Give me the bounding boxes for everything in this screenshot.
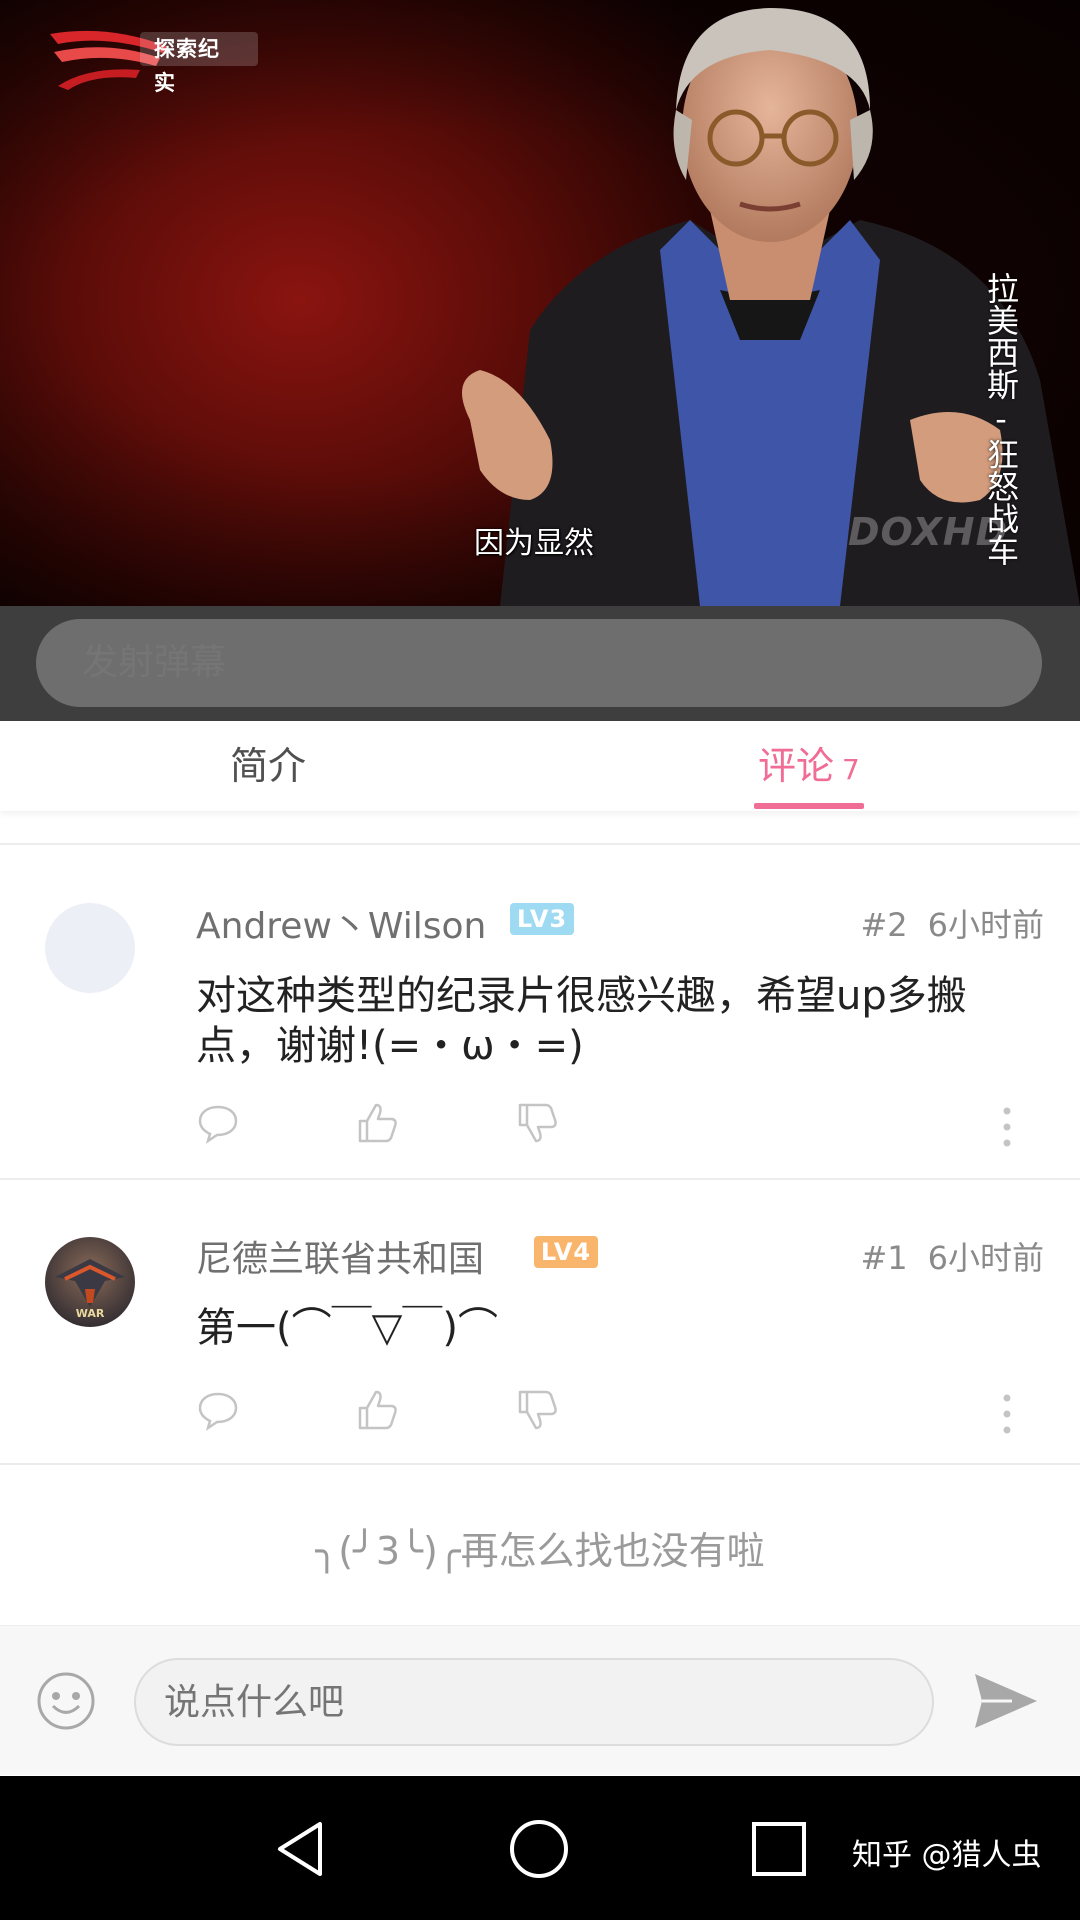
comment-item: WAR 尼德兰联省共和国 LV4 #1 6小时前 第一(⌒￣▽￣)⌒ xyxy=(0,1180,1080,1463)
comment-username[interactable]: 尼德兰联省共和国 xyxy=(196,1230,484,1282)
comment-time: 6小时前 xyxy=(927,1239,1044,1277)
comment-content: 对这种类型的纪录片很感兴趣，希望up多搬点，谢谢!(=・ω・=) xyxy=(196,973,967,1069)
comment-floor: #1 xyxy=(860,1239,908,1277)
svg-text:WAR: WAR xyxy=(76,1307,105,1320)
comment-username[interactable]: Andrew丶Wilson xyxy=(196,897,486,949)
reply-icon[interactable] xyxy=(196,1101,240,1145)
dislike-icon[interactable] xyxy=(516,1388,560,1432)
level-badge: LV3 xyxy=(510,903,574,935)
channel-logo: 探索纪实 xyxy=(48,26,258,95)
war-game-avatar-image: WAR xyxy=(45,1237,135,1327)
avatar[interactable]: WAR xyxy=(45,1237,135,1327)
avatar[interactable] xyxy=(45,903,135,993)
tab-comments-count: 7 xyxy=(842,753,860,786)
tab-bar: 简介 评论 7 xyxy=(0,721,1080,811)
comment-meta: #1 6小时前 xyxy=(860,1233,1044,1279)
more-icon[interactable] xyxy=(1000,1105,1014,1149)
system-nav-bar: 知乎 @猎人虫 xyxy=(0,1776,1080,1920)
comment-input[interactable] xyxy=(134,1658,934,1746)
tab-comments-label: 评论 xyxy=(758,744,835,788)
danmaku-bar xyxy=(0,606,1080,721)
home-icon[interactable] xyxy=(508,1818,570,1880)
tab-comments[interactable]: 评论 7 xyxy=(758,721,860,811)
comment-item: Andrew丶Wilson LV3 #2 6小时前 对这种类型的纪录片很感兴趣，希… xyxy=(0,845,1080,1178)
divider xyxy=(0,1463,1080,1465)
reply-bar xyxy=(0,1625,1080,1775)
more-icon[interactable] xyxy=(1000,1392,1014,1436)
emoji-icon[interactable] xyxy=(36,1671,96,1731)
tab-active-indicator xyxy=(754,803,864,809)
like-icon[interactable] xyxy=(356,1101,400,1145)
send-icon[interactable] xyxy=(972,1670,1040,1732)
end-of-comments-message: ╮(╯3╰)╭再怎么找也没有啦 xyxy=(315,1529,765,1573)
level-badge: LV4 xyxy=(534,1236,598,1268)
comment-content: 第一(⌒￣▽￣)⌒ xyxy=(196,1305,498,1351)
like-icon[interactable] xyxy=(356,1388,400,1432)
attribution-watermark: 知乎 @猎人虫 xyxy=(852,1838,1042,1873)
back-icon[interactable] xyxy=(270,1818,332,1880)
comment-meta: #2 6小时前 xyxy=(860,900,1044,946)
video-subtitle: 因为显然 xyxy=(474,526,594,561)
video-player[interactable]: 探索纪实 因为显然 拉美西斯-狂怒战车 DOXHD xyxy=(0,0,1080,606)
video-watermark: DOXHD xyxy=(848,510,1009,554)
dislike-icon[interactable] xyxy=(516,1101,560,1145)
comment-time: 6小时前 xyxy=(927,906,1044,944)
reply-icon[interactable] xyxy=(196,1388,240,1432)
tab-intro[interactable]: 简介 xyxy=(230,721,306,811)
comment-floor: #2 xyxy=(860,906,908,944)
danmaku-input[interactable] xyxy=(36,619,1042,707)
tab-intro-label: 简介 xyxy=(230,744,307,788)
recents-icon[interactable] xyxy=(748,1818,810,1880)
channel-name: 探索纪实 xyxy=(140,32,258,95)
